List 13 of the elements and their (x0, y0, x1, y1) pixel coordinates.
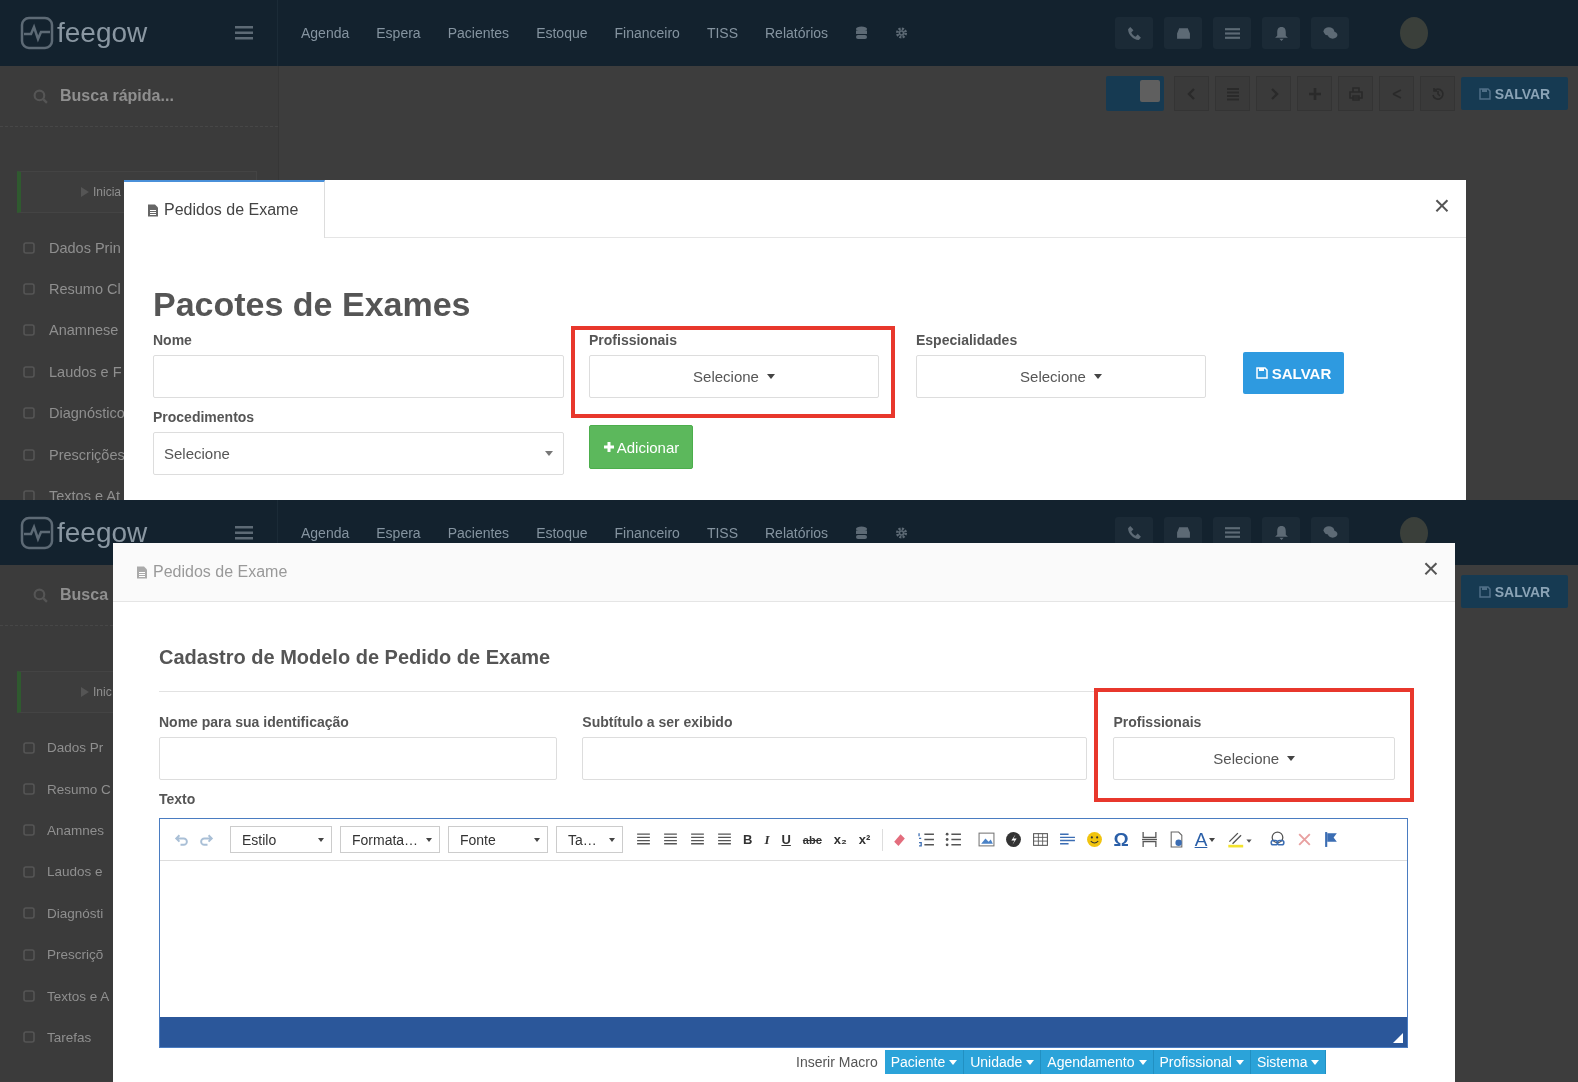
field-label: Profissionais (589, 332, 678, 349)
field-label: Profissionais (1113, 714, 1203, 731)
field-label: Procedimentos (153, 409, 256, 426)
field-label: Nome para sua identificação (159, 714, 350, 731)
logo-text: feegow (57, 516, 148, 549)
macro-label: Inserir Macro (796, 1054, 878, 1070)
modal-title: Pacotes de Exames (153, 285, 472, 324)
field-label: Especialidades (916, 332, 1019, 349)
field-label: Texto (159, 791, 197, 808)
modal-title: Cadastro de Modelo de Pedido de Exame (159, 646, 552, 669)
field-label: Nome (153, 332, 193, 349)
logo-text: feegow (57, 17, 148, 49)
field-label: Subtítulo a ser exibido (582, 714, 734, 731)
